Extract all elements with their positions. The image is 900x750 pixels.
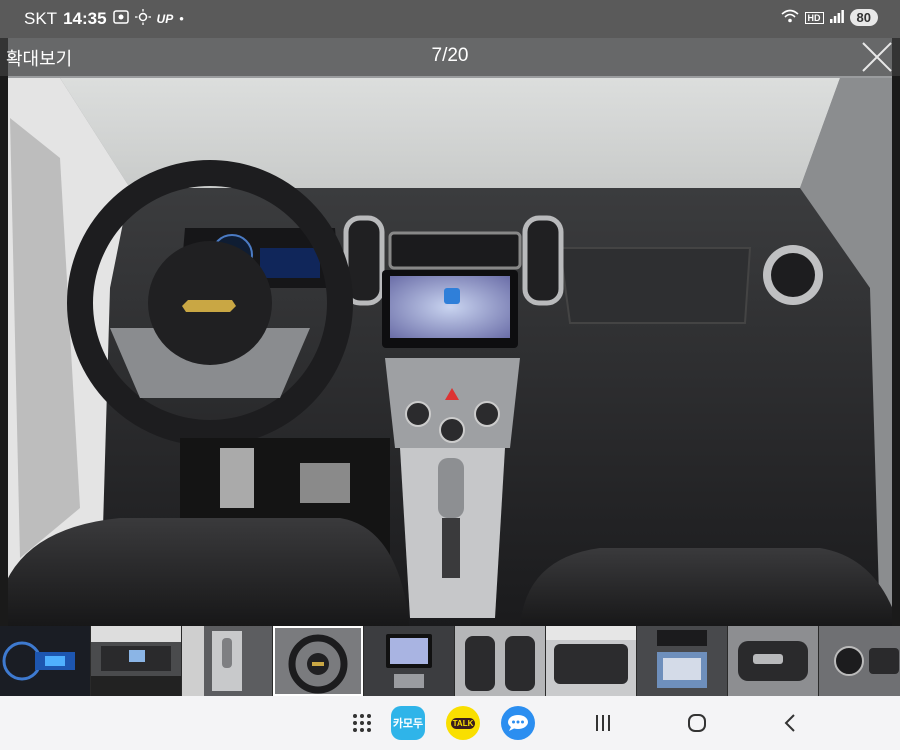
status-bar: SKT 14:35 UP • HD 80: [0, 0, 900, 38]
recents-button[interactable]: [588, 706, 618, 740]
thumbnail-gear-shifter[interactable]: [182, 626, 272, 696]
clock: 14:35: [63, 9, 107, 28]
kakaotalk-icon: TALK: [446, 706, 480, 740]
thumbnail-door-controls[interactable]: [819, 626, 900, 696]
sun-icon: [134, 9, 151, 29]
app-drawer-icon: [353, 714, 371, 732]
recents-icon: [596, 715, 610, 731]
status-right: HD 80: [781, 9, 878, 26]
kakao-t-app-button[interactable]: 카모두: [391, 706, 425, 740]
kakao-t-icon: 카모두: [391, 706, 425, 740]
image-viewer[interactable]: 확대보기 7/20: [0, 38, 900, 630]
image-counter: 7/20: [431, 45, 469, 66]
volte-label: HD: [804, 11, 824, 24]
system-nav-bar: 카모두 TALK: [0, 696, 900, 750]
thumbnail-front-seats[interactable]: [455, 626, 545, 696]
thumbnail-strip[interactable]: [0, 626, 900, 696]
back-icon: [784, 714, 795, 732]
screen-record-icon: [112, 9, 129, 29]
wifi-icon: [781, 9, 799, 26]
dot-icon: •: [179, 11, 184, 26]
kakaotalk-app-button[interactable]: TALK: [446, 706, 480, 740]
viewer-header: 확대보기 7/20: [0, 38, 900, 76]
car-interior-photo: [0, 38, 900, 630]
carrier-label: SKT: [24, 9, 58, 28]
status-left: SKT 14:35 UP •: [24, 9, 184, 29]
thumbnail-door-panel[interactable]: [728, 626, 818, 696]
app-drawer-button[interactable]: [345, 706, 379, 740]
close-icon: [862, 42, 892, 72]
messages-icon: [501, 706, 535, 740]
thumbnail-rear-seats[interactable]: [546, 626, 636, 696]
back-button[interactable]: [776, 706, 806, 740]
thumbnail-infotainment[interactable]: [364, 626, 454, 696]
signal-icon: [829, 9, 844, 26]
home-button[interactable]: [682, 706, 712, 740]
thumbnail-dashboard-wide[interactable]: [91, 626, 181, 696]
messages-app-button[interactable]: [501, 706, 535, 740]
home-icon: [688, 714, 706, 732]
up-icon: UP: [156, 12, 174, 26]
battery-indicator: 80: [849, 9, 878, 26]
thumbnail-center-console[interactable]: [637, 626, 727, 696]
thumbnail-steering-wheel[interactable]: [273, 626, 363, 696]
close-button[interactable]: [860, 40, 894, 74]
thumbnail-instrument-cluster[interactable]: [0, 626, 90, 696]
